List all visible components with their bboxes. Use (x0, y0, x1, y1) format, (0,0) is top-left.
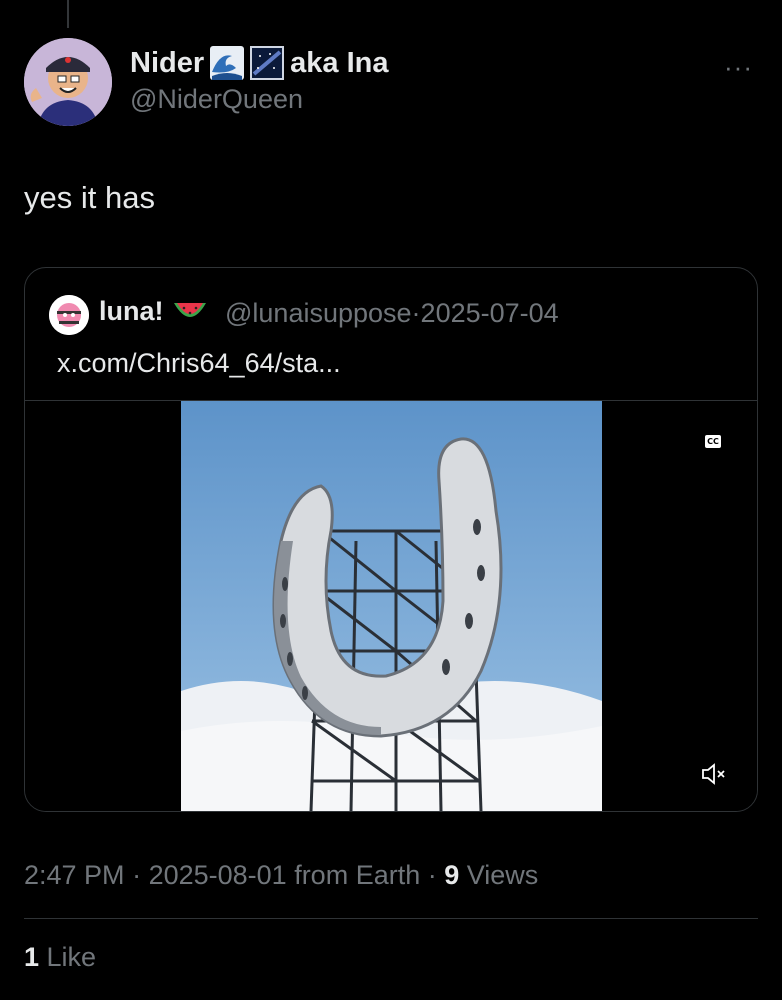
likes-label: Like (39, 942, 97, 972)
post-text: yes it has (24, 180, 155, 215)
post-location: from Earth (286, 860, 421, 890)
captions-button[interactable]: CC (705, 435, 721, 448)
author-name-text: Nider (130, 46, 205, 79)
post-metadata: 2:47 PM · 2025-08-01 from Earth · 9 View… (24, 860, 538, 891)
quoted-separator: · (411, 298, 421, 328)
likes-count: 1 (24, 942, 40, 972)
post-time[interactable]: 2:47 PM (24, 860, 125, 890)
quoted-video[interactable]: CC (25, 400, 757, 811)
quoted-name-text: luna! (99, 296, 164, 326)
video-frame[interactable] (181, 401, 602, 811)
post-date[interactable]: 2025-08-01 (149, 860, 287, 890)
quoted-handle[interactable]: @lunaisuppose (225, 298, 412, 328)
quoted-handle-and-date: @lunaisuppose·2025-07-04 (225, 298, 559, 329)
views-count[interactable]: 9 (444, 860, 459, 890)
milky-way-emoji-icon (250, 46, 285, 80)
author-handle[interactable]: @NiderQueen (130, 84, 303, 115)
muted-speaker-icon[interactable] (701, 763, 727, 785)
horseshoe-sign-image (181, 401, 602, 811)
quoted-post-text[interactable]: x.com/Chris64_64/sta... (57, 348, 341, 379)
watermelon-emoji-icon (173, 302, 206, 317)
quoted-date[interactable]: 2025-07-04 (421, 298, 559, 328)
thread-line (67, 0, 69, 28)
author-name-suffix: aka Ina (290, 46, 389, 79)
author-avatar[interactable] (24, 38, 112, 126)
quoted-post-card[interactable]: luna! @lunaisuppose·2025-07-04 x.com/Chr… (24, 267, 758, 812)
divider (24, 918, 758, 919)
avatar-illustration (24, 38, 112, 126)
water-wave-emoji-icon (210, 46, 245, 80)
quoted-display-name[interactable]: luna! (99, 296, 208, 327)
views-label[interactable]: Views (459, 860, 539, 890)
meta-separator-2: · (420, 860, 445, 890)
likes-summary[interactable]: 1 Like (24, 942, 96, 973)
author-display-name[interactable]: Nider aka Ina (130, 46, 388, 80)
meta-separator: · (124, 860, 149, 890)
quoted-author-avatar[interactable] (49, 295, 89, 335)
more-options-button[interactable]: ··· (724, 52, 753, 83)
quoted-avatar-illustration (49, 295, 89, 335)
